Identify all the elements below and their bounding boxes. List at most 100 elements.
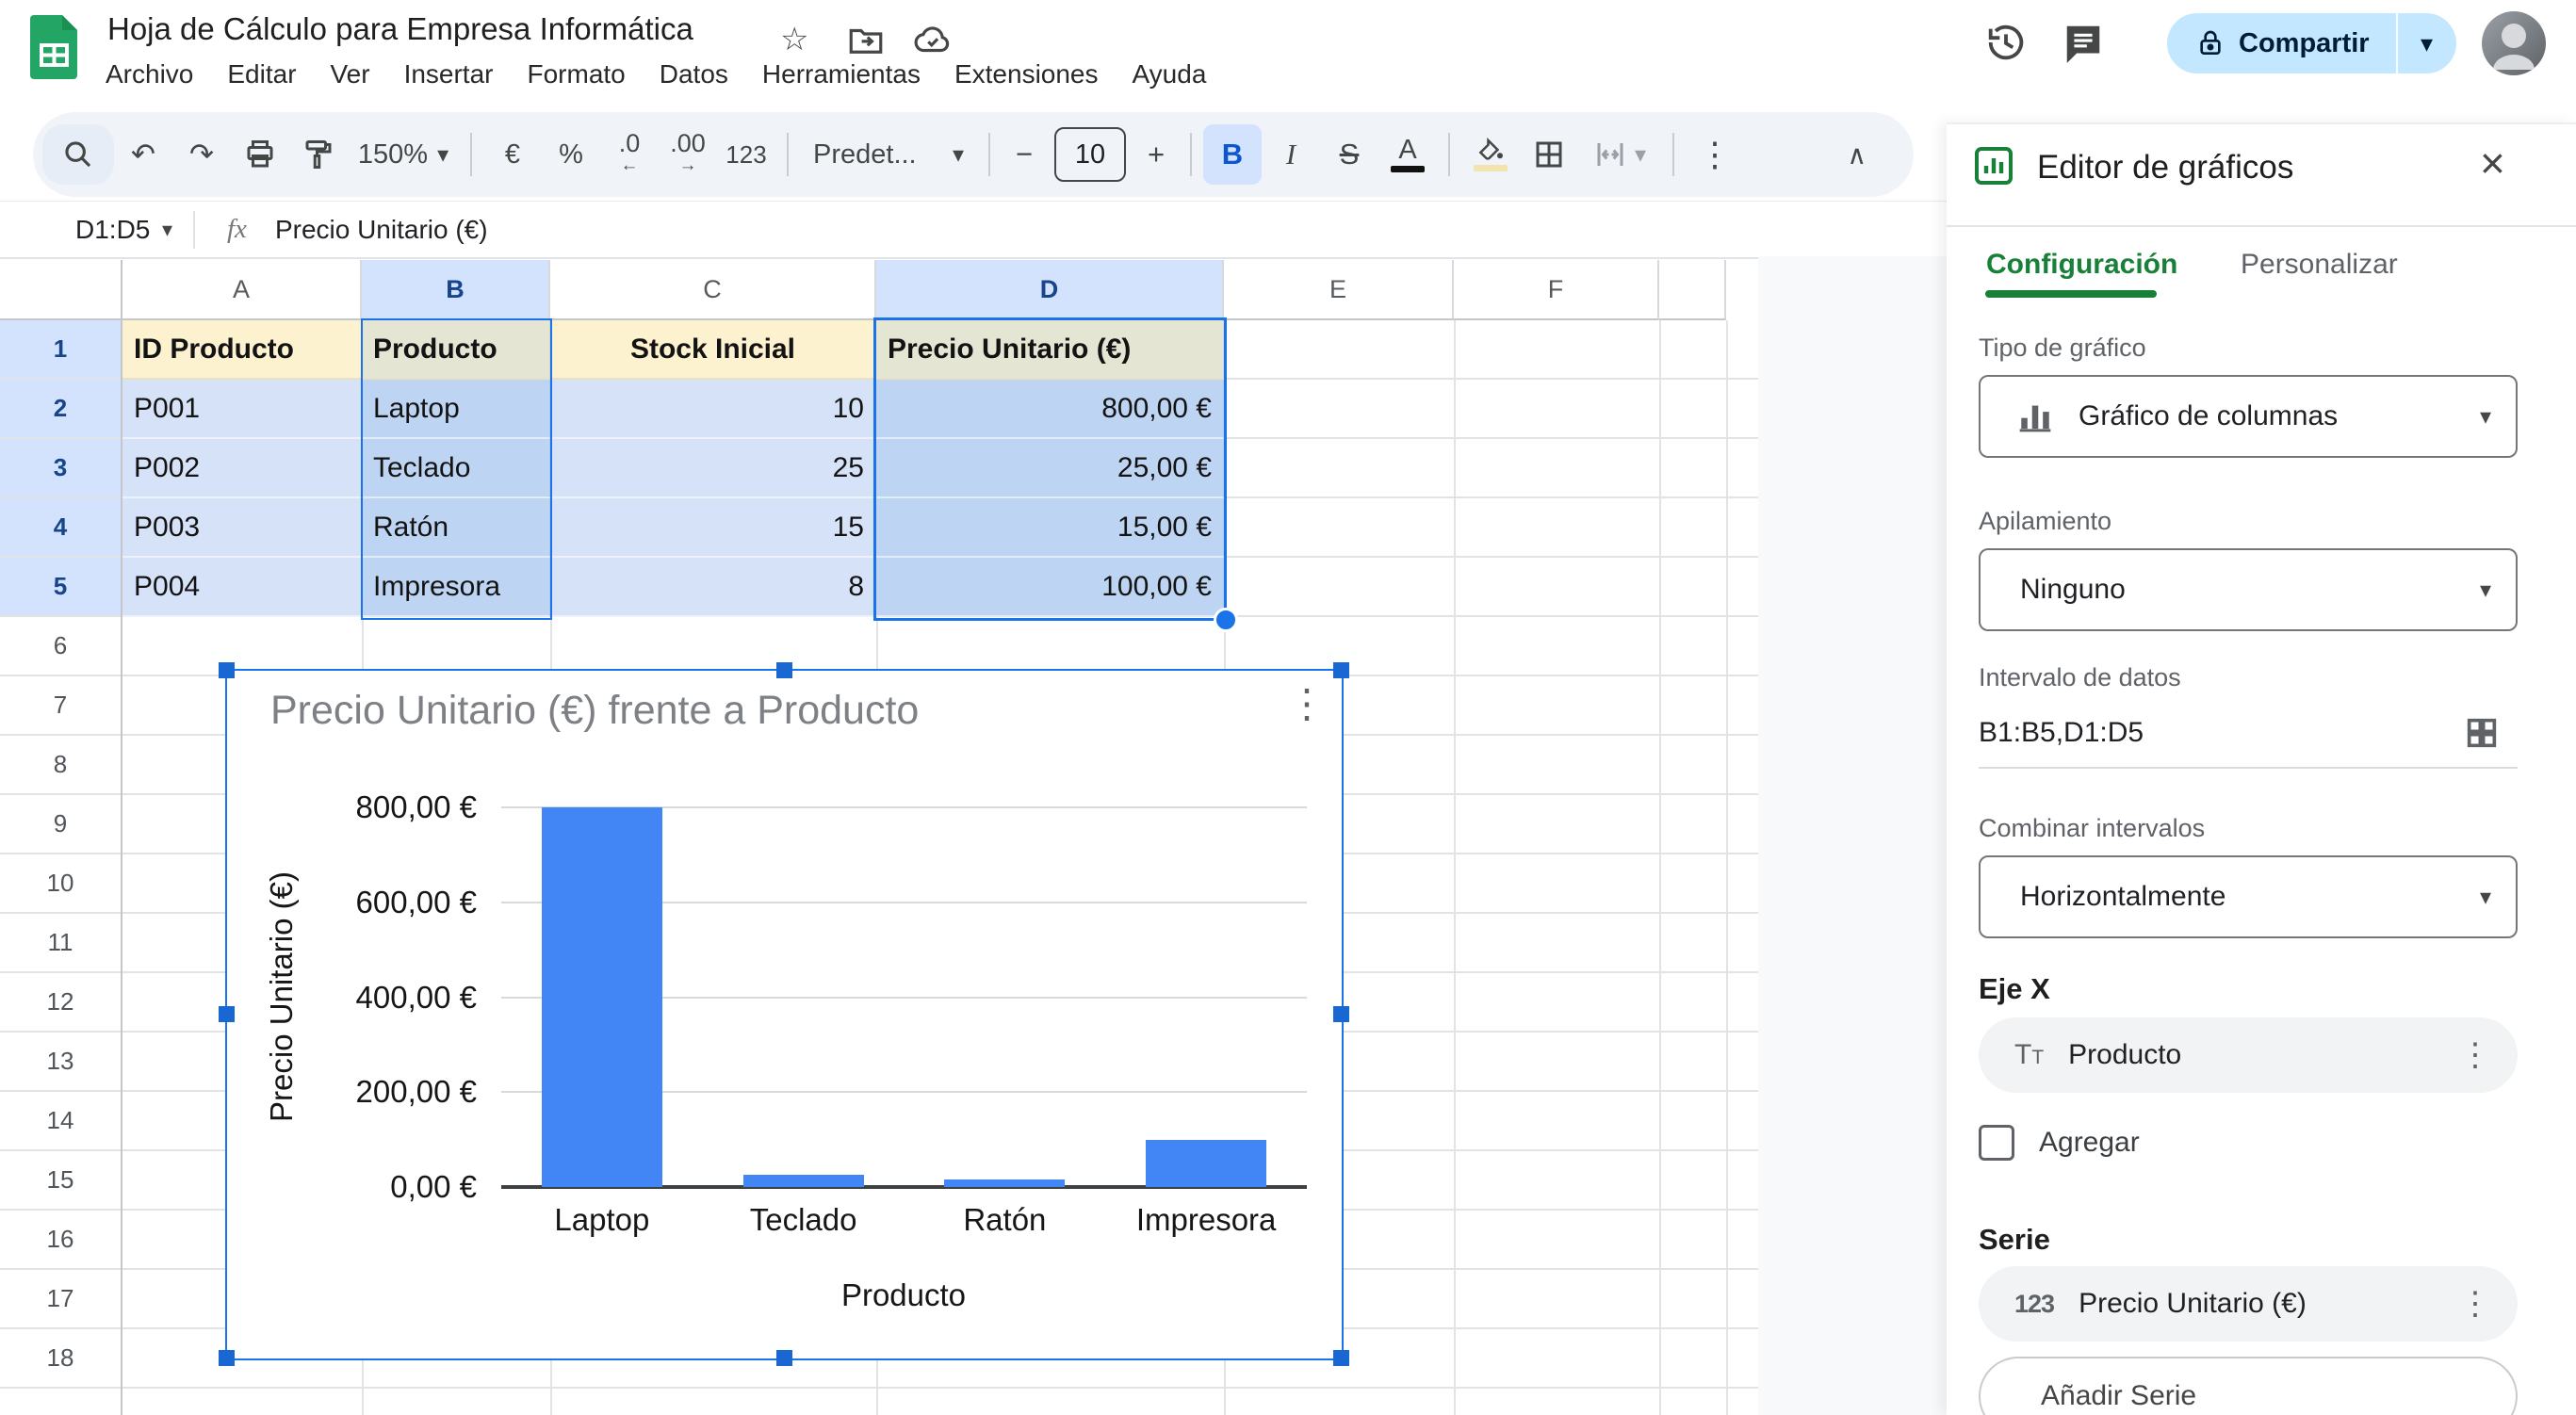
share-main[interactable]: Compartir <box>2167 13 2396 73</box>
row-header-17[interactable]: 17 <box>0 1270 121 1329</box>
row-header-7[interactable]: 7 <box>0 676 121 736</box>
column-header-B[interactable]: B <box>362 260 550 320</box>
row-header-2[interactable]: 2 <box>0 380 121 439</box>
item-menu-icon[interactable]: ⋮ <box>2459 1036 2491 1074</box>
table-cell[interactable]: P002 <box>122 439 362 498</box>
document-title[interactable]: Hoja de Cálculo para Empresa Informática <box>107 11 693 47</box>
avatar[interactable] <box>2482 11 2546 75</box>
paint-format-button[interactable] <box>289 124 348 185</box>
add-series-button[interactable]: Añadir Serie <box>1979 1357 2518 1415</box>
table-cell[interactable]: P001 <box>122 380 362 439</box>
table-cell[interactable]: P004 <box>122 558 362 617</box>
merge-cells-button[interactable]: ▾ <box>1578 124 1661 185</box>
column-header-F[interactable]: F <box>1454 260 1659 320</box>
row-header-14[interactable]: 14 <box>0 1092 121 1151</box>
menu-extensiones[interactable]: Extensiones <box>954 59 1099 89</box>
row-header-8[interactable]: 8 <box>0 736 121 795</box>
chart-resize-handle[interactable] <box>776 1350 792 1366</box>
column-header-A[interactable]: A <box>122 260 362 320</box>
row-header-12[interactable]: 12 <box>0 973 121 1033</box>
row-header-16[interactable]: 16 <box>0 1211 121 1270</box>
name-box[interactable]: D1:D5 ▾ <box>0 202 193 257</box>
row-header-11[interactable]: 11 <box>0 914 121 973</box>
print-button[interactable] <box>231 124 289 185</box>
text-color-button[interactable]: A <box>1378 124 1437 185</box>
row-header-3[interactable]: 3 <box>0 439 121 498</box>
data-range-row[interactable]: B1:B5,D1:D5 <box>1979 699 2518 769</box>
zoom-select[interactable]: 150% ▾ <box>348 124 459 185</box>
chart-resize-handle[interactable] <box>219 1350 235 1366</box>
table-cell[interactable]: P003 <box>122 498 362 558</box>
chart-resize-handle[interactable] <box>1333 1006 1349 1022</box>
column-header-D[interactable]: D <box>876 260 1224 320</box>
column-header-partial[interactable] <box>1659 260 1726 320</box>
x-axis-item[interactable]: TT Producto ⋮ <box>1979 1017 2518 1093</box>
chart-resize-handle[interactable] <box>219 1006 235 1022</box>
item-menu-icon[interactable]: ⋮ <box>2459 1285 2491 1323</box>
comment-icon[interactable] <box>2062 21 2105 64</box>
table-cell[interactable]: 10 <box>550 380 876 439</box>
tab-configuracion[interactable]: Configuración <box>1986 249 2177 281</box>
row-header-5[interactable]: 5 <box>0 558 121 617</box>
row-header-1[interactable]: 1 <box>0 320 121 380</box>
bold-button[interactable]: B <box>1203 124 1262 185</box>
increase-font-size-button[interactable]: + <box>1133 124 1179 185</box>
aggregate-checkbox[interactable] <box>1979 1125 2014 1161</box>
chart-resize-handle[interactable] <box>1333 1350 1349 1366</box>
combine-ranges-select[interactable]: Horizontalmente ▾ <box>1979 855 2518 938</box>
table-cell[interactable]: 15 <box>550 498 876 558</box>
menu-herramientas[interactable]: Herramientas <box>762 59 921 89</box>
format-currency-button[interactable]: € <box>483 124 542 185</box>
share-button[interactable]: Compartir ▾ <box>2167 13 2456 73</box>
menu-formato[interactable]: Formato <box>528 59 626 89</box>
close-icon[interactable]: × <box>2480 138 2505 188</box>
number-format-button[interactable]: 123 <box>717 124 775 185</box>
embedded-chart[interactable]: Precio Unitario (€) frente a Producto ⋮ … <box>225 669 1344 1360</box>
table-cell[interactable]: 8 <box>550 558 876 617</box>
menu-datos[interactable]: Datos <box>660 59 728 89</box>
menu-ayuda[interactable]: Ayuda <box>1133 59 1207 89</box>
chart-menu-icon[interactable]: ⋮ <box>1287 680 1327 726</box>
chart-type-select[interactable]: Gráfico de columnas ▾ <box>1979 375 2518 458</box>
formula-input[interactable]: Precio Unitario (€) <box>275 215 488 245</box>
row-header-18[interactable]: 18 <box>0 1329 121 1389</box>
borders-button[interactable] <box>1520 124 1578 185</box>
font-select[interactable]: Predet... ▾ <box>800 124 977 185</box>
decrease-decimals-button[interactable]: .0 ← <box>600 124 659 185</box>
menu-ver[interactable]: Ver <box>331 59 370 89</box>
chevron-down-icon[interactable]: ▾ <box>162 218 172 242</box>
collapse-toolbar-button[interactable]: ∧ <box>1848 139 1867 171</box>
table-cell[interactable]: 25 <box>550 439 876 498</box>
chart-resize-handle[interactable] <box>776 662 792 678</box>
select-range-icon[interactable] <box>2463 714 2501 752</box>
row-header-10[interactable]: 10 <box>0 854 121 914</box>
sheets-logo-icon[interactable] <box>30 15 77 79</box>
redo-button[interactable]: ↷ <box>172 124 231 185</box>
font-size-input[interactable]: 10 <box>1054 127 1126 182</box>
tab-personalizar[interactable]: Personalizar <box>2241 249 2398 281</box>
italic-button[interactable]: I <box>1262 124 1320 185</box>
undo-button[interactable]: ↶ <box>114 124 172 185</box>
chart-resize-handle[interactable] <box>1333 662 1349 678</box>
menu-editar[interactable]: Editar <box>227 59 296 89</box>
menu-insertar[interactable]: Insertar <box>404 59 494 89</box>
column-header-C[interactable]: C <box>550 260 876 320</box>
share-dropdown[interactable]: ▾ <box>2398 29 2456 58</box>
stacking-select[interactable]: Ninguno ▾ <box>1979 548 2518 631</box>
more-options-button[interactable]: ⋮ <box>1686 124 1744 185</box>
row-header-13[interactable]: 13 <box>0 1033 121 1092</box>
increase-decimals-button[interactable]: .00 → <box>659 124 717 185</box>
fill-handle[interactable] <box>1214 608 1238 632</box>
menu-archivo[interactable]: Archivo <box>106 59 193 89</box>
fill-color-button[interactable] <box>1461 124 1520 185</box>
row-header-4[interactable]: 4 <box>0 498 121 558</box>
decrease-font-size-button[interactable]: − <box>1002 124 1047 185</box>
select-all-corner[interactable] <box>0 260 122 320</box>
search-icon[interactable] <box>42 124 114 185</box>
strikethrough-button[interactable]: S <box>1320 124 1378 185</box>
row-header-6[interactable]: 6 <box>0 617 121 676</box>
header-cell[interactable]: ID Producto <box>122 320 362 380</box>
format-percent-button[interactable]: % <box>542 124 600 185</box>
row-header-9[interactable]: 9 <box>0 795 121 854</box>
series-item[interactable]: 123 Precio Unitario (€) ⋮ <box>1979 1266 2518 1342</box>
